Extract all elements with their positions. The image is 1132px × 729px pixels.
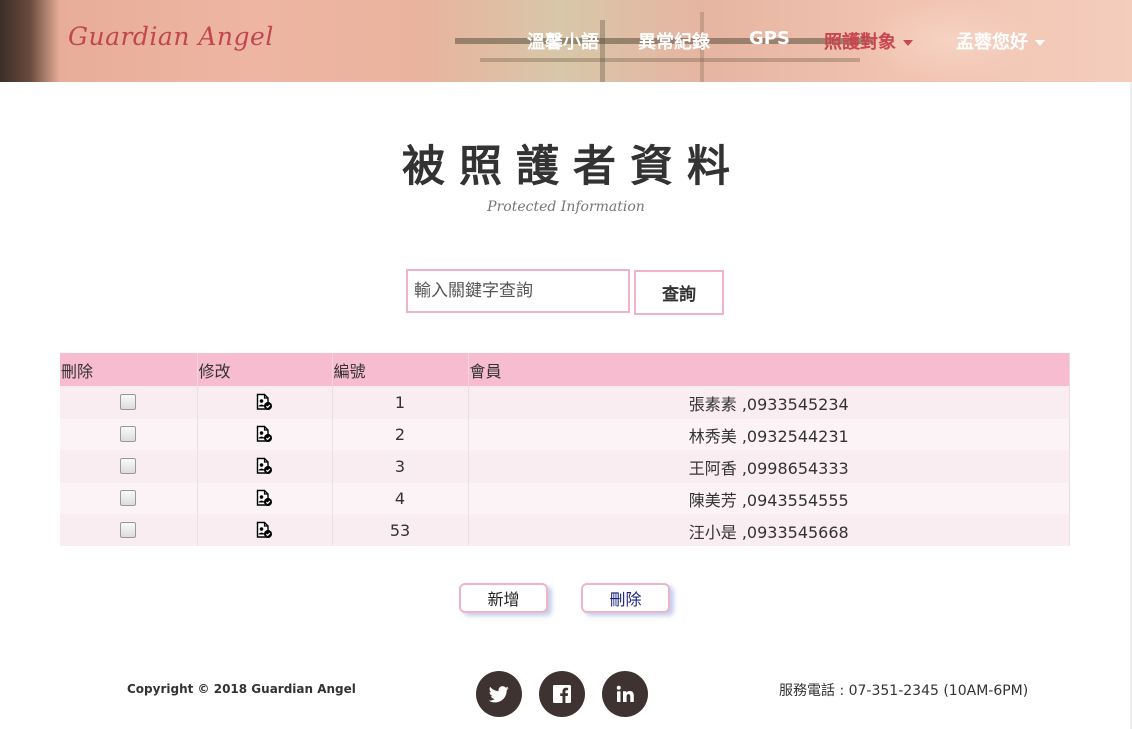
twitter-icon	[489, 685, 509, 702]
brand-logo[interactable]: Guardian Angel	[68, 22, 274, 51]
id-cell: 53	[332, 514, 469, 546]
table-row: 2 林秀美 ,0932544231	[60, 418, 1070, 451]
edit-document-icon[interactable]	[256, 393, 273, 411]
edit-document-icon[interactable]	[256, 457, 273, 475]
nav-item-user-menu[interactable]: 孟蓉您好	[956, 28, 1045, 54]
service-phone: 服務電話 : 07-351-2345 (10AM-6PM)	[779, 683, 1029, 699]
member-cell: 陳美芳 ,0943554555	[468, 482, 1070, 515]
caret-down-icon	[1035, 40, 1045, 46]
nav-item-label: 照護對象	[824, 32, 896, 53]
edit-cell	[197, 514, 333, 546]
column-header-delete: 刪除	[60, 353, 198, 387]
row-select-checkbox[interactable]	[120, 425, 137, 442]
id-cell: 2	[332, 418, 469, 451]
edit-document-icon[interactable]	[256, 425, 273, 443]
id-cell: 1	[332, 386, 469, 419]
member-cell: 王阿香 ,0998654333	[468, 450, 1070, 483]
delete-cell	[60, 386, 198, 419]
id-cell: 4	[332, 482, 469, 515]
member-cell: 林秀美 ,0932544231	[468, 418, 1070, 451]
nav-item-label: 異常紀錄	[638, 32, 710, 53]
add-button[interactable]: 新增	[459, 583, 548, 613]
edit-cell	[197, 482, 333, 515]
nav-item-gps[interactable]: GPS	[749, 28, 790, 49]
delete-cell	[60, 514, 198, 546]
delete-cell	[60, 450, 198, 483]
page-title: 被照護者資料	[402, 142, 744, 192]
nav-item-label: 孟蓉您好	[956, 32, 1028, 53]
table-row: 4 陳美芳 ,0943554555	[60, 482, 1070, 515]
facebook-icon	[553, 685, 571, 703]
column-header-edit: 修改	[197, 353, 333, 387]
member-cell: 汪小是 ,0933545668	[468, 514, 1070, 546]
delete-cell	[60, 482, 198, 515]
care-recipients-table: 刪除 修改 編號 會員 1 張素素 ,0933545234 2 林秀美 ,093…	[60, 353, 1070, 546]
twitter-link[interactable]	[476, 671, 522, 717]
nav-item-abnormal-records[interactable]: 異常紀錄	[638, 28, 710, 54]
edit-document-icon[interactable]	[256, 489, 273, 507]
table-row: 53 汪小是 ,0933545668	[60, 514, 1070, 546]
nav-item-label: 溫馨小語	[527, 32, 599, 53]
column-header-id: 編號	[332, 353, 469, 387]
page-subtitle: Protected Information	[487, 199, 645, 215]
nav-item-warm-words[interactable]: 溫馨小語	[527, 28, 599, 54]
banner-decoration	[480, 58, 860, 62]
edit-cell	[197, 386, 333, 419]
banner-decoration	[600, 20, 605, 82]
nav-item-label: GPS	[749, 28, 790, 49]
linkedin-link[interactable]	[602, 671, 648, 717]
linkedin-icon	[616, 685, 634, 702]
delete-button[interactable]: 刪除	[581, 583, 670, 613]
table-header-row: 刪除 修改 編號 會員	[60, 353, 1070, 387]
table-row: 3 王阿香 ,0998654333	[60, 450, 1070, 483]
row-select-checkbox[interactable]	[120, 489, 137, 506]
column-header-member: 會員	[468, 353, 1070, 387]
edit-document-icon[interactable]	[256, 521, 273, 539]
caret-down-icon	[903, 40, 913, 46]
row-select-checkbox[interactable]	[120, 393, 137, 410]
search-input[interactable]	[406, 269, 630, 313]
delete-cell	[60, 418, 198, 451]
header-banner: Guardian Angel 溫馨小語 異常紀錄 GPS 照護對象 孟蓉您好	[0, 0, 1132, 82]
search-button[interactable]: 查詢	[634, 270, 724, 315]
member-cell: 張素素 ,0933545234	[468, 386, 1070, 419]
nav-item-care-targets[interactable]: 照護對象	[824, 28, 913, 54]
table-row: 1 張素素 ,0933545234	[60, 386, 1070, 419]
id-cell: 3	[332, 450, 469, 483]
edit-cell	[197, 450, 333, 483]
row-select-checkbox[interactable]	[120, 457, 137, 474]
edit-cell	[197, 418, 333, 451]
copyright-text: Copyright © 2018 Guardian Angel	[127, 682, 356, 696]
facebook-link[interactable]	[539, 671, 585, 717]
row-select-checkbox[interactable]	[120, 521, 137, 538]
